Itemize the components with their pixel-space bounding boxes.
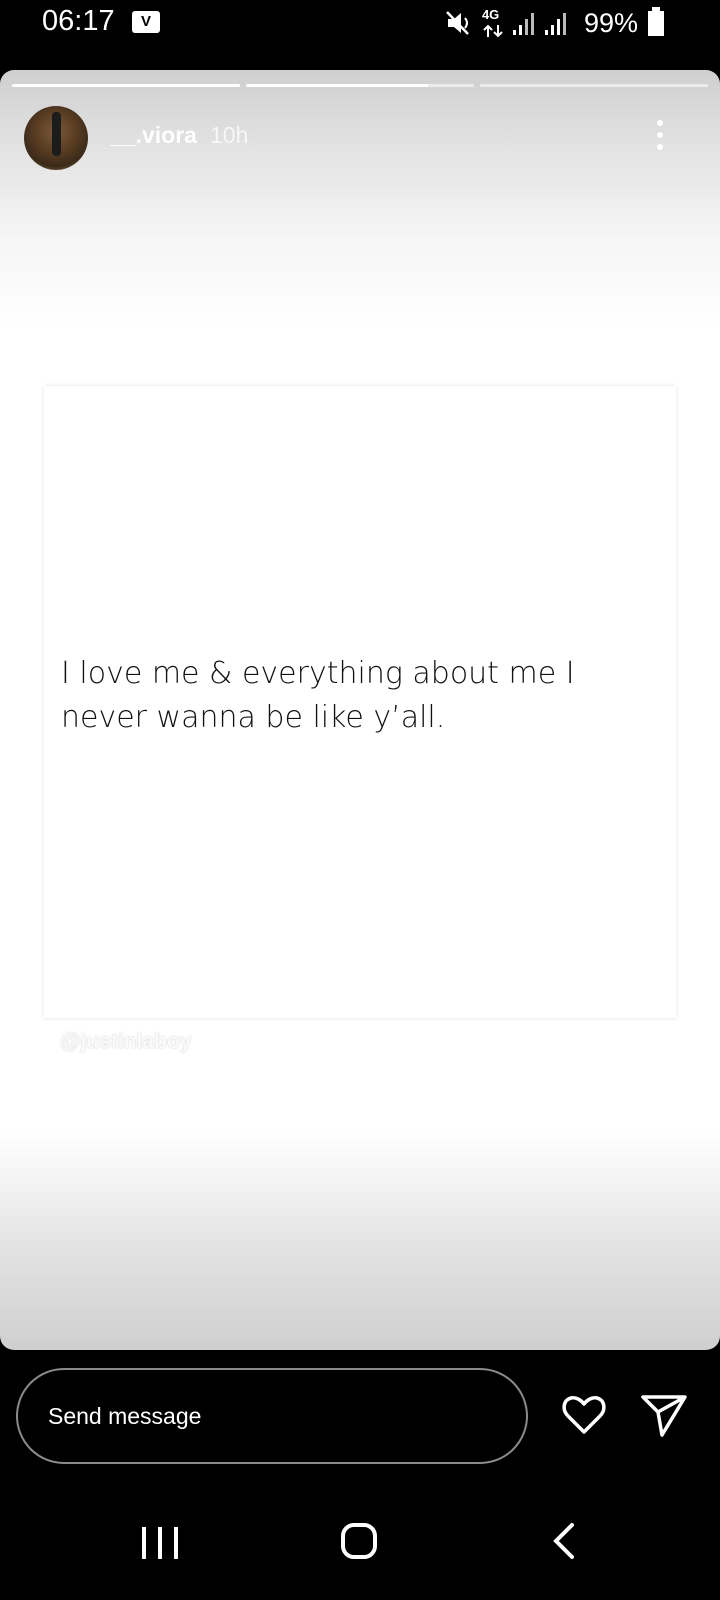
data-arrows-icon <box>483 24 503 38</box>
progress-segment <box>480 84 708 87</box>
progress-segment <box>12 84 240 87</box>
notification-app-glyph: V <box>140 13 151 30</box>
more-vertical-icon[interactable] <box>650 118 670 154</box>
mute-icon <box>446 11 469 35</box>
send-message-input[interactable] <box>16 1368 528 1464</box>
watermark: @justinlaboy <box>60 1030 192 1053</box>
story-timestamp: 10h <box>210 122 249 148</box>
battery-icon <box>648 6 664 36</box>
post-text: I love me & everything about me I never … <box>61 656 575 735</box>
network-label: 4G <box>481 7 500 22</box>
battery-percent: 99% <box>583 7 638 38</box>
story-viewer[interactable]: __.viora 10h I love me & everything abou… <box>0 70 720 1350</box>
heart-icon[interactable] <box>560 1390 608 1438</box>
send-icon[interactable] <box>640 1392 688 1438</box>
progress-fill <box>12 84 240 87</box>
network-indicator: 4G <box>481 7 504 38</box>
recent-apps-icon[interactable] <box>140 1525 180 1561</box>
status-time: 06:17 <box>42 5 115 37</box>
back-icon[interactable] <box>550 1522 576 1560</box>
reply-bar <box>0 1350 720 1480</box>
story-progress <box>12 84 708 87</box>
progress-segment <box>246 84 474 87</box>
avatar[interactable] <box>24 106 88 170</box>
signal-icon <box>512 13 534 35</box>
status-icons: 4G 99% <box>446 5 664 41</box>
status-bar: 06:17 V 4G 99% <box>0 0 720 66</box>
post-card: I love me & everything about me I never … <box>44 386 676 1018</box>
navigation-bar <box>0 1480 720 1600</box>
progress-fill <box>246 84 429 87</box>
story-username[interactable]: __.viora <box>110 122 197 149</box>
signal-icon-2 <box>544 13 566 35</box>
home-icon[interactable] <box>340 1522 378 1560</box>
notification-app-icon: V <box>132 11 160 33</box>
